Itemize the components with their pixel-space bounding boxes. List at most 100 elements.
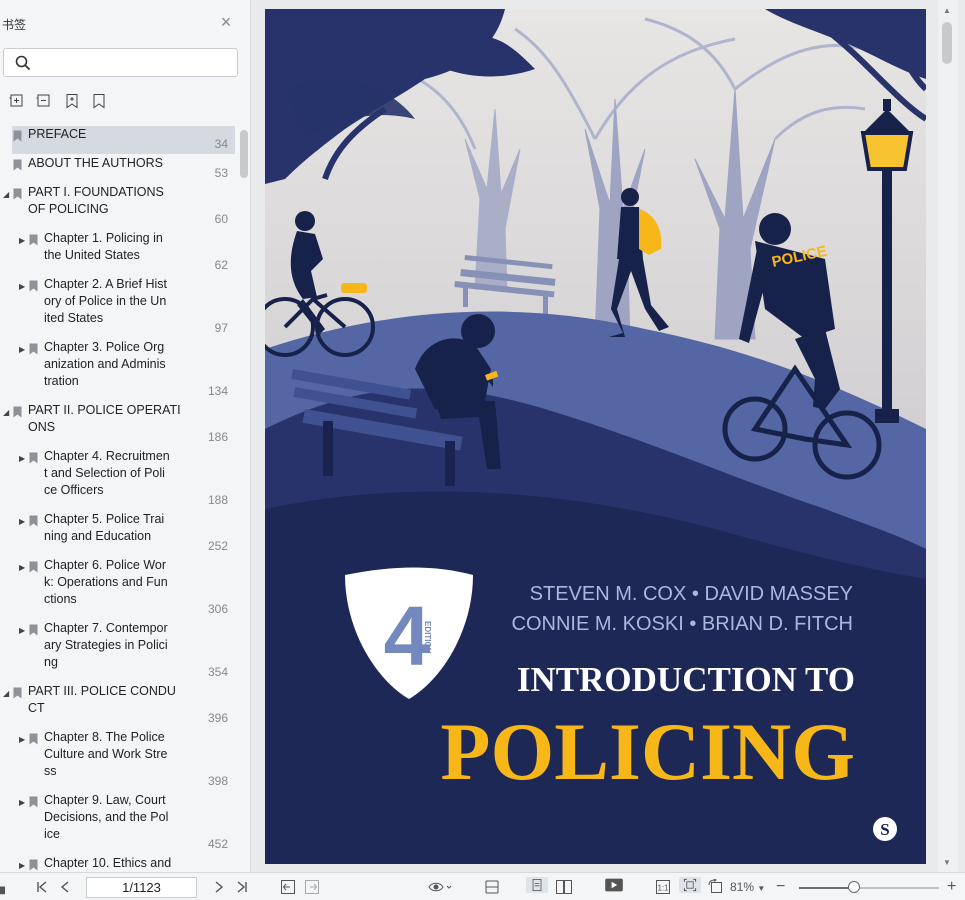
previous-page-icon[interactable]: [60, 879, 70, 895]
bookmark-label: PART III. POLICE CONDU CT: [28, 684, 176, 715]
two-page-icon[interactable]: [555, 879, 573, 895]
zoom-in-icon[interactable]: +: [947, 879, 956, 895]
bookmark-icon: [29, 859, 38, 871]
bookmark-item-chapter[interactable]: ▶ Chapter 1. Policing in the United State…: [0, 230, 237, 275]
bookmark-outline-tree: PREFACE 34 ABOUT THE AUTHORS 53 ◢ PART I. FOU…: [0, 126, 237, 872]
bookmark-page-number: 97: [214, 321, 228, 335]
bookmark-item-chapter[interactable]: ▶ Chapter 8. The Police Culture and Work …: [0, 729, 237, 791]
scroll-down-icon[interactable]: ▼: [943, 858, 951, 867]
expand-arrow-right-icon[interactable]: ▶: [19, 799, 27, 807]
close-icon[interactable]: ×: [218, 13, 234, 31]
bookmark-page-number: 452: [207, 837, 228, 851]
bookmark-page-number: 62: [214, 258, 228, 272]
expand-arrow-down-icon[interactable]: ◢: [3, 409, 11, 417]
bookmark-page-number: 252: [207, 539, 228, 553]
bookmark-search-input[interactable]: [3, 48, 238, 77]
bookmark-item-chapter[interactable]: ▶ Chapter 7. Contempor ary Strategies in …: [0, 620, 237, 682]
single-page-icon[interactable]: [526, 877, 548, 893]
authors-line-1: STEVEN M. COX • DAVID MASSEY: [530, 583, 853, 605]
bookmark-item-chapter[interactable]: ▶ Chapter 5. Police Trai ning and Educati…: [0, 511, 237, 556]
edition-word: EDITION: [423, 621, 432, 654]
bookmark-icon: [29, 234, 38, 246]
bookmark-item-chapter[interactable]: ▶ Chapter 4. Recruitmen t and Selection o…: [0, 448, 237, 510]
bookmark-page-number: 188: [207, 493, 228, 507]
expand-arrow-right-icon[interactable]: ▶: [19, 736, 27, 744]
bookmark-item-part[interactable]: ◢ PART I. FOUNDATIONS OF POLICING 60: [0, 184, 237, 229]
bookmark-item-part[interactable]: ABOUT THE AUTHORS 53: [0, 155, 237, 183]
zoom-out-icon[interactable]: −: [776, 879, 785, 895]
zoom-slider-fill: [799, 887, 853, 889]
zoom-slider-handle[interactable]: [848, 881, 860, 893]
expand-arrow-right-icon[interactable]: ▶: [19, 346, 27, 354]
back-view-icon[interactable]: [280, 879, 296, 895]
scroll-up-icon[interactable]: ▲: [943, 6, 951, 15]
bookmark-label: ABOUT THE AUTHORS: [28, 156, 163, 170]
fit-page-icon[interactable]: [679, 877, 701, 893]
bookmark-icon: [13, 159, 22, 171]
expand-arrow-down-icon[interactable]: ◢: [3, 690, 11, 698]
expand-arrow-right-icon[interactable]: ▶: [19, 455, 27, 463]
bookmark-icon: [29, 796, 38, 808]
last-page-icon[interactable]: [236, 879, 248, 895]
search-icon: [15, 55, 31, 71]
expand-arrow-down-icon[interactable]: ◢: [3, 191, 11, 199]
bookmark-item-part[interactable]: PREFACE 34: [0, 126, 237, 154]
fit-width-icon[interactable]: [484, 879, 500, 895]
bookmark-icon: [29, 561, 38, 573]
add-bookmark-icon[interactable]: [64, 93, 80, 109]
cover-title-line-2: POLICING: [440, 706, 855, 797]
bookmark-icon: [29, 624, 38, 636]
bookmark-icon: [29, 343, 38, 355]
book-cover-page: POLICE 4 EDITION STEVEN M. COX • DAVID M…: [265, 9, 926, 864]
eye-protection-icon[interactable]: [428, 879, 452, 895]
bookmark-label: Chapter 5. Police Trai ning and Educatio…: [44, 512, 165, 543]
bookmark-label: Chapter 6. Police Wor k: Operations and …: [44, 558, 168, 606]
forward-view-icon[interactable]: [304, 879, 320, 895]
bookmark-item-part[interactable]: ◢ PART III. POLICE CONDU CT 396: [0, 683, 237, 728]
expand-all-icon[interactable]: [9, 93, 25, 109]
bookmark-label: PART I. FOUNDATIONS OF POLICING: [28, 185, 164, 216]
expand-arrow-right-icon[interactable]: ▶: [19, 518, 27, 526]
bookmark-item-chapter[interactable]: ▶ Chapter 3. Police Org anization and Adm…: [0, 339, 237, 401]
bookmark-item-chapter[interactable]: ▶ Chapter 9. Law, Court Decisions, and th…: [0, 792, 237, 854]
bookmark-icon: [29, 452, 38, 464]
bookmark-icon: [13, 130, 22, 142]
bookmarks-panel: 书签 × PREFACE 34 ABOUT THE AUTHORS 53 ◢ PART I…: [0, 0, 251, 872]
collapse-all-icon[interactable]: [36, 93, 52, 109]
expand-arrow-right-icon[interactable]: ▶: [19, 862, 27, 870]
bookmark-page-number: 186: [207, 430, 228, 444]
actual-size-icon[interactable]: 1:1: [655, 879, 671, 895]
zoom-level-dropdown[interactable]: 81% ▼: [730, 879, 765, 895]
bookmark-item-chapter[interactable]: ▶ Chapter 2. A Brief Hist ory of Police i…: [0, 276, 237, 338]
bookmark-page-number: 396: [207, 711, 228, 725]
bookmark-label: Chapter 3. Police Org anization and Admi…: [44, 340, 166, 388]
bookmark-page-number: 306: [207, 602, 228, 616]
expand-arrow-right-icon[interactable]: ▶: [19, 627, 27, 635]
bookmark-label: Chapter 9. Law, Court Decisions, and the…: [44, 793, 169, 841]
expand-arrow-right-icon[interactable]: ▶: [19, 564, 27, 572]
scrollbar-thumb[interactable]: [942, 22, 952, 64]
rotate-page-icon[interactable]: [708, 879, 724, 895]
bookmark-page-number: 34: [214, 137, 228, 151]
first-page-icon[interactable]: [36, 879, 48, 895]
zoom-level-value: 81%: [730, 880, 755, 894]
bookmarks-panel-header: 书签 ×: [0, 0, 250, 44]
sidebar-scrollbar[interactable]: [240, 130, 248, 178]
vertical-scrollbar[interactable]: ▲ ▼: [938, 0, 958, 872]
panel-edge-icon[interactable]: ▖: [0, 879, 10, 895]
slideshow-play-icon[interactable]: [602, 877, 626, 893]
next-page-icon[interactable]: [214, 879, 224, 895]
bookmark-icon[interactable]: [91, 93, 107, 109]
bottom-toolbar: ▖ 1/1123 1:1 81% ▼ − +: [0, 872, 965, 900]
bookmark-item-part[interactable]: ◢ PART II. POLICE OPERATI ONS 186: [0, 402, 237, 447]
bookmark-item-chapter[interactable]: ▶ Chapter 10. Ethics and: [0, 855, 237, 872]
cover-illustration: POLICE 4 EDITION STEVEN M. COX • DAVID M…: [265, 9, 926, 864]
bookmark-icon: [29, 515, 38, 527]
bookmark-icon: [13, 188, 22, 200]
cover-title-line-1: INTRODUCTION TO: [517, 660, 855, 699]
expand-arrow-right-icon[interactable]: ▶: [19, 283, 27, 291]
bookmark-item-chapter[interactable]: ▶ Chapter 6. Police Wor k: Operations and…: [0, 557, 237, 619]
authors-line-2: CONNIE M. KOSKI • BRIAN D. FITCH: [512, 613, 853, 635]
expand-arrow-right-icon[interactable]: ▶: [19, 237, 27, 245]
page-number-input[interactable]: 1/1123: [86, 877, 197, 898]
